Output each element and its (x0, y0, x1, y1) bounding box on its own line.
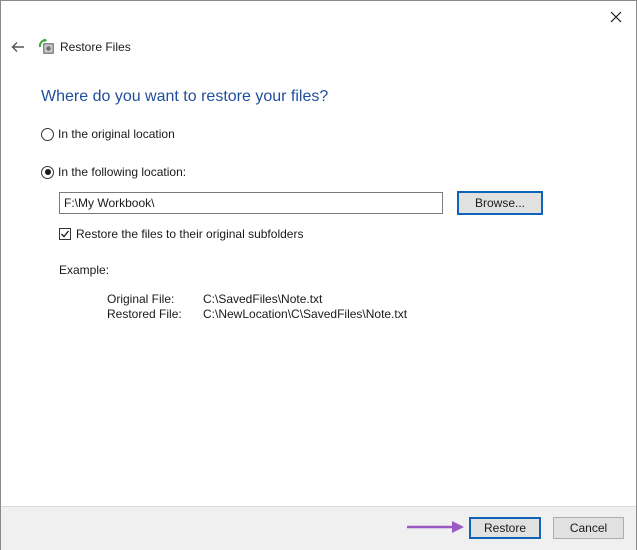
example-original-row: Original File: C:\SavedFiles\Note.txt (107, 292, 322, 306)
subfolders-label: Restore the files to their original subf… (76, 227, 304, 241)
restore-files-icon (38, 38, 54, 54)
radio-following-indicator[interactable] (41, 165, 54, 179)
example-original-value: C:\SavedFiles\Note.txt (203, 292, 323, 306)
close-icon (610, 11, 622, 23)
subfolders-checkbox[interactable] (59, 228, 71, 240)
restore-files-dialog: Restore Files Where do you want to resto… (0, 0, 637, 550)
example-restored-row: Restored File: C:\NewLocation\C\SavedFil… (107, 307, 407, 321)
radio-original-location[interactable]: In the original location (41, 127, 175, 141)
back-button[interactable] (7, 37, 29, 57)
restore-button[interactable]: Restore (469, 517, 541, 539)
close-button[interactable] (598, 3, 634, 31)
annotation-arrow-icon (407, 521, 464, 533)
radio-original-label: In the original location (58, 127, 175, 141)
restore-subfolders-option[interactable]: Restore the files to their original subf… (59, 227, 303, 241)
example-restored-value: C:\NewLocation\C\SavedFiles\Note.txt (203, 307, 408, 321)
browse-button[interactable]: Browse... (457, 191, 543, 215)
radio-following-location[interactable]: In the following location: (41, 165, 186, 179)
example-restored-key: Restored File: (107, 307, 182, 321)
example-label: Example: (59, 263, 110, 277)
cancel-button[interactable]: Cancel (553, 517, 624, 539)
radio-original-indicator[interactable] (41, 127, 54, 141)
back-arrow-icon (11, 42, 24, 52)
page-heading: Where do you want to restore your files? (41, 88, 329, 105)
checkmark-icon (61, 230, 70, 238)
location-path-input[interactable] (59, 192, 443, 214)
dialog-title: Restore Files (60, 40, 131, 54)
radio-following-label: In the following location: (58, 165, 187, 179)
example-original-key: Original File: (107, 292, 175, 306)
